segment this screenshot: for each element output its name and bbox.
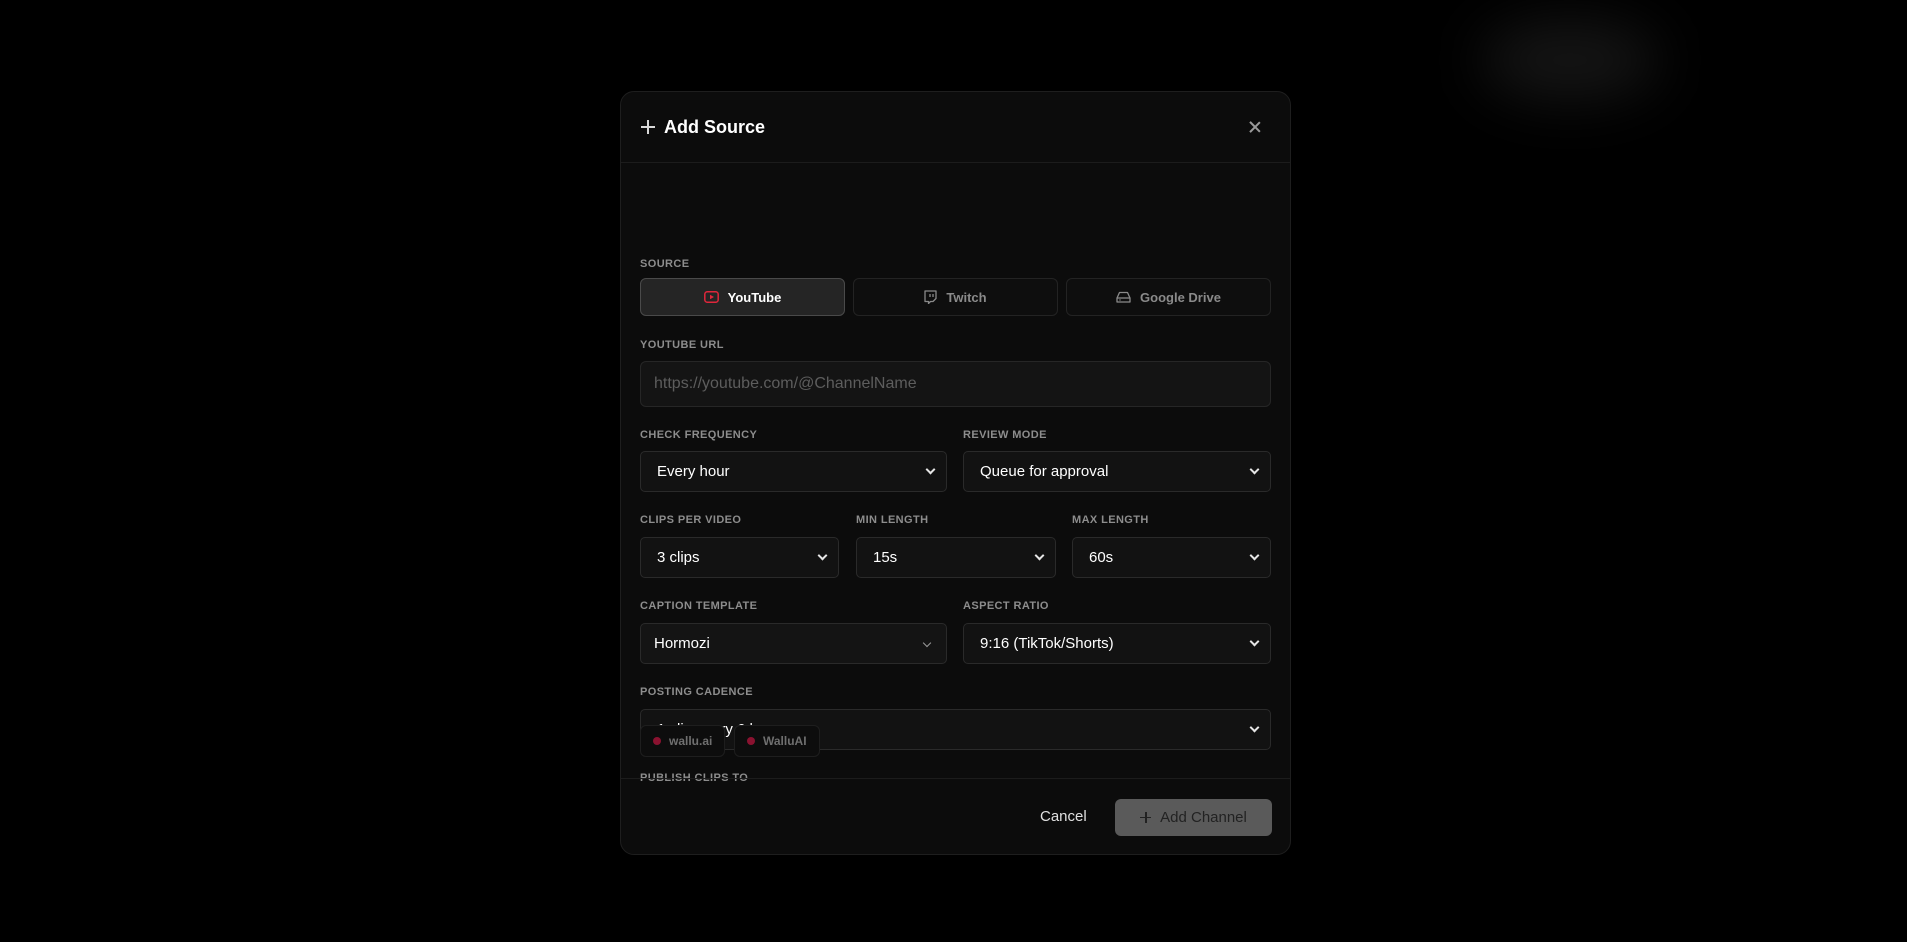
chevron-down-icon (922, 638, 932, 648)
tab-twitch-label: Twitch (946, 289, 987, 305)
modal-title: Add Source (664, 116, 766, 137)
caption-template-select[interactable]: Hormozi (640, 623, 947, 664)
cancel-button[interactable]: Cancel (1040, 808, 1087, 825)
min-length-select[interactable]: 15s (856, 537, 1056, 578)
add-channel-label: Add Channel (1160, 809, 1247, 826)
aspect-ratio-value: 9:16 (TikTok/Shorts) (980, 635, 1114, 652)
background-glow (1480, 20, 1660, 100)
clips-per-video-select[interactable]: 3 clips (640, 537, 839, 578)
check-frequency-value: Every hour (657, 463, 730, 480)
chevron-down-icon (1034, 550, 1045, 561)
posting-cadence-label: POSTING CADENCE (640, 686, 753, 698)
modal-header: Add Source (621, 92, 1290, 163)
aspect-ratio-select[interactable]: 9:16 (TikTok/Shorts) (963, 623, 1271, 664)
youtube-icon (703, 291, 719, 303)
check-frequency-label: CHECK FREQUENCY (640, 429, 758, 441)
review-mode-label: REVIEW MODE (963, 429, 1047, 441)
caption-template-value: Hormozi (654, 635, 710, 652)
plus-icon (641, 120, 655, 134)
review-mode-value: Queue for approval (980, 463, 1109, 480)
aspect-ratio-label: ASPECT RATIO (963, 600, 1049, 612)
chevron-down-icon (1249, 464, 1260, 475)
modal-footer: Cancel Add Channel (621, 778, 1290, 854)
add-source-modal: Add Source SOURCE YouTube Twitch Google … (620, 91, 1291, 855)
drive-icon (1116, 291, 1131, 303)
publish-account-chip[interactable]: wallu.ai (640, 725, 726, 757)
publish-account-label: WalluAI (763, 734, 807, 748)
min-length-value: 15s (873, 549, 898, 566)
chevron-down-icon (1249, 550, 1260, 561)
tab-twitch[interactable]: Twitch (853, 278, 1058, 316)
publish-account-chip[interactable]: WalluAI (734, 725, 820, 757)
add-channel-button[interactable]: Add Channel (1115, 799, 1272, 836)
chevron-down-icon (925, 464, 936, 475)
plus-icon (1140, 812, 1152, 823)
close-button[interactable] (1246, 118, 1264, 136)
tab-google-drive-label: Google Drive (1140, 289, 1221, 305)
caption-template-label: CAPTION TEMPLATE (640, 600, 758, 612)
chevron-down-icon (1249, 722, 1260, 733)
twitch-icon (924, 290, 938, 304)
review-mode-select[interactable]: Queue for approval (963, 451, 1271, 492)
min-length-label: MIN LENGTH (856, 514, 929, 526)
clips-per-video-label: CLIPS PER VIDEO (640, 514, 742, 526)
youtube-url-input[interactable] (640, 361, 1271, 407)
max-length-value: 60s (1089, 549, 1114, 566)
tab-youtube-label: YouTube (727, 289, 782, 305)
status-dot-icon (747, 737, 755, 745)
source-label: SOURCE (640, 258, 690, 270)
clips-per-video-value: 3 clips (657, 549, 700, 566)
url-label: YOUTUBE URL (640, 339, 724, 351)
max-length-select[interactable]: 60s (1072, 537, 1271, 578)
tab-youtube[interactable]: YouTube (640, 278, 845, 316)
publish-account-label: wallu.ai (669, 734, 713, 748)
max-length-label: MAX LENGTH (1072, 514, 1149, 526)
chevron-down-icon (817, 550, 828, 561)
chevron-down-icon (1249, 636, 1260, 647)
tab-google-drive[interactable]: Google Drive (1066, 278, 1271, 316)
check-frequency-select[interactable]: Every hour (640, 451, 947, 492)
status-dot-icon (653, 737, 661, 745)
